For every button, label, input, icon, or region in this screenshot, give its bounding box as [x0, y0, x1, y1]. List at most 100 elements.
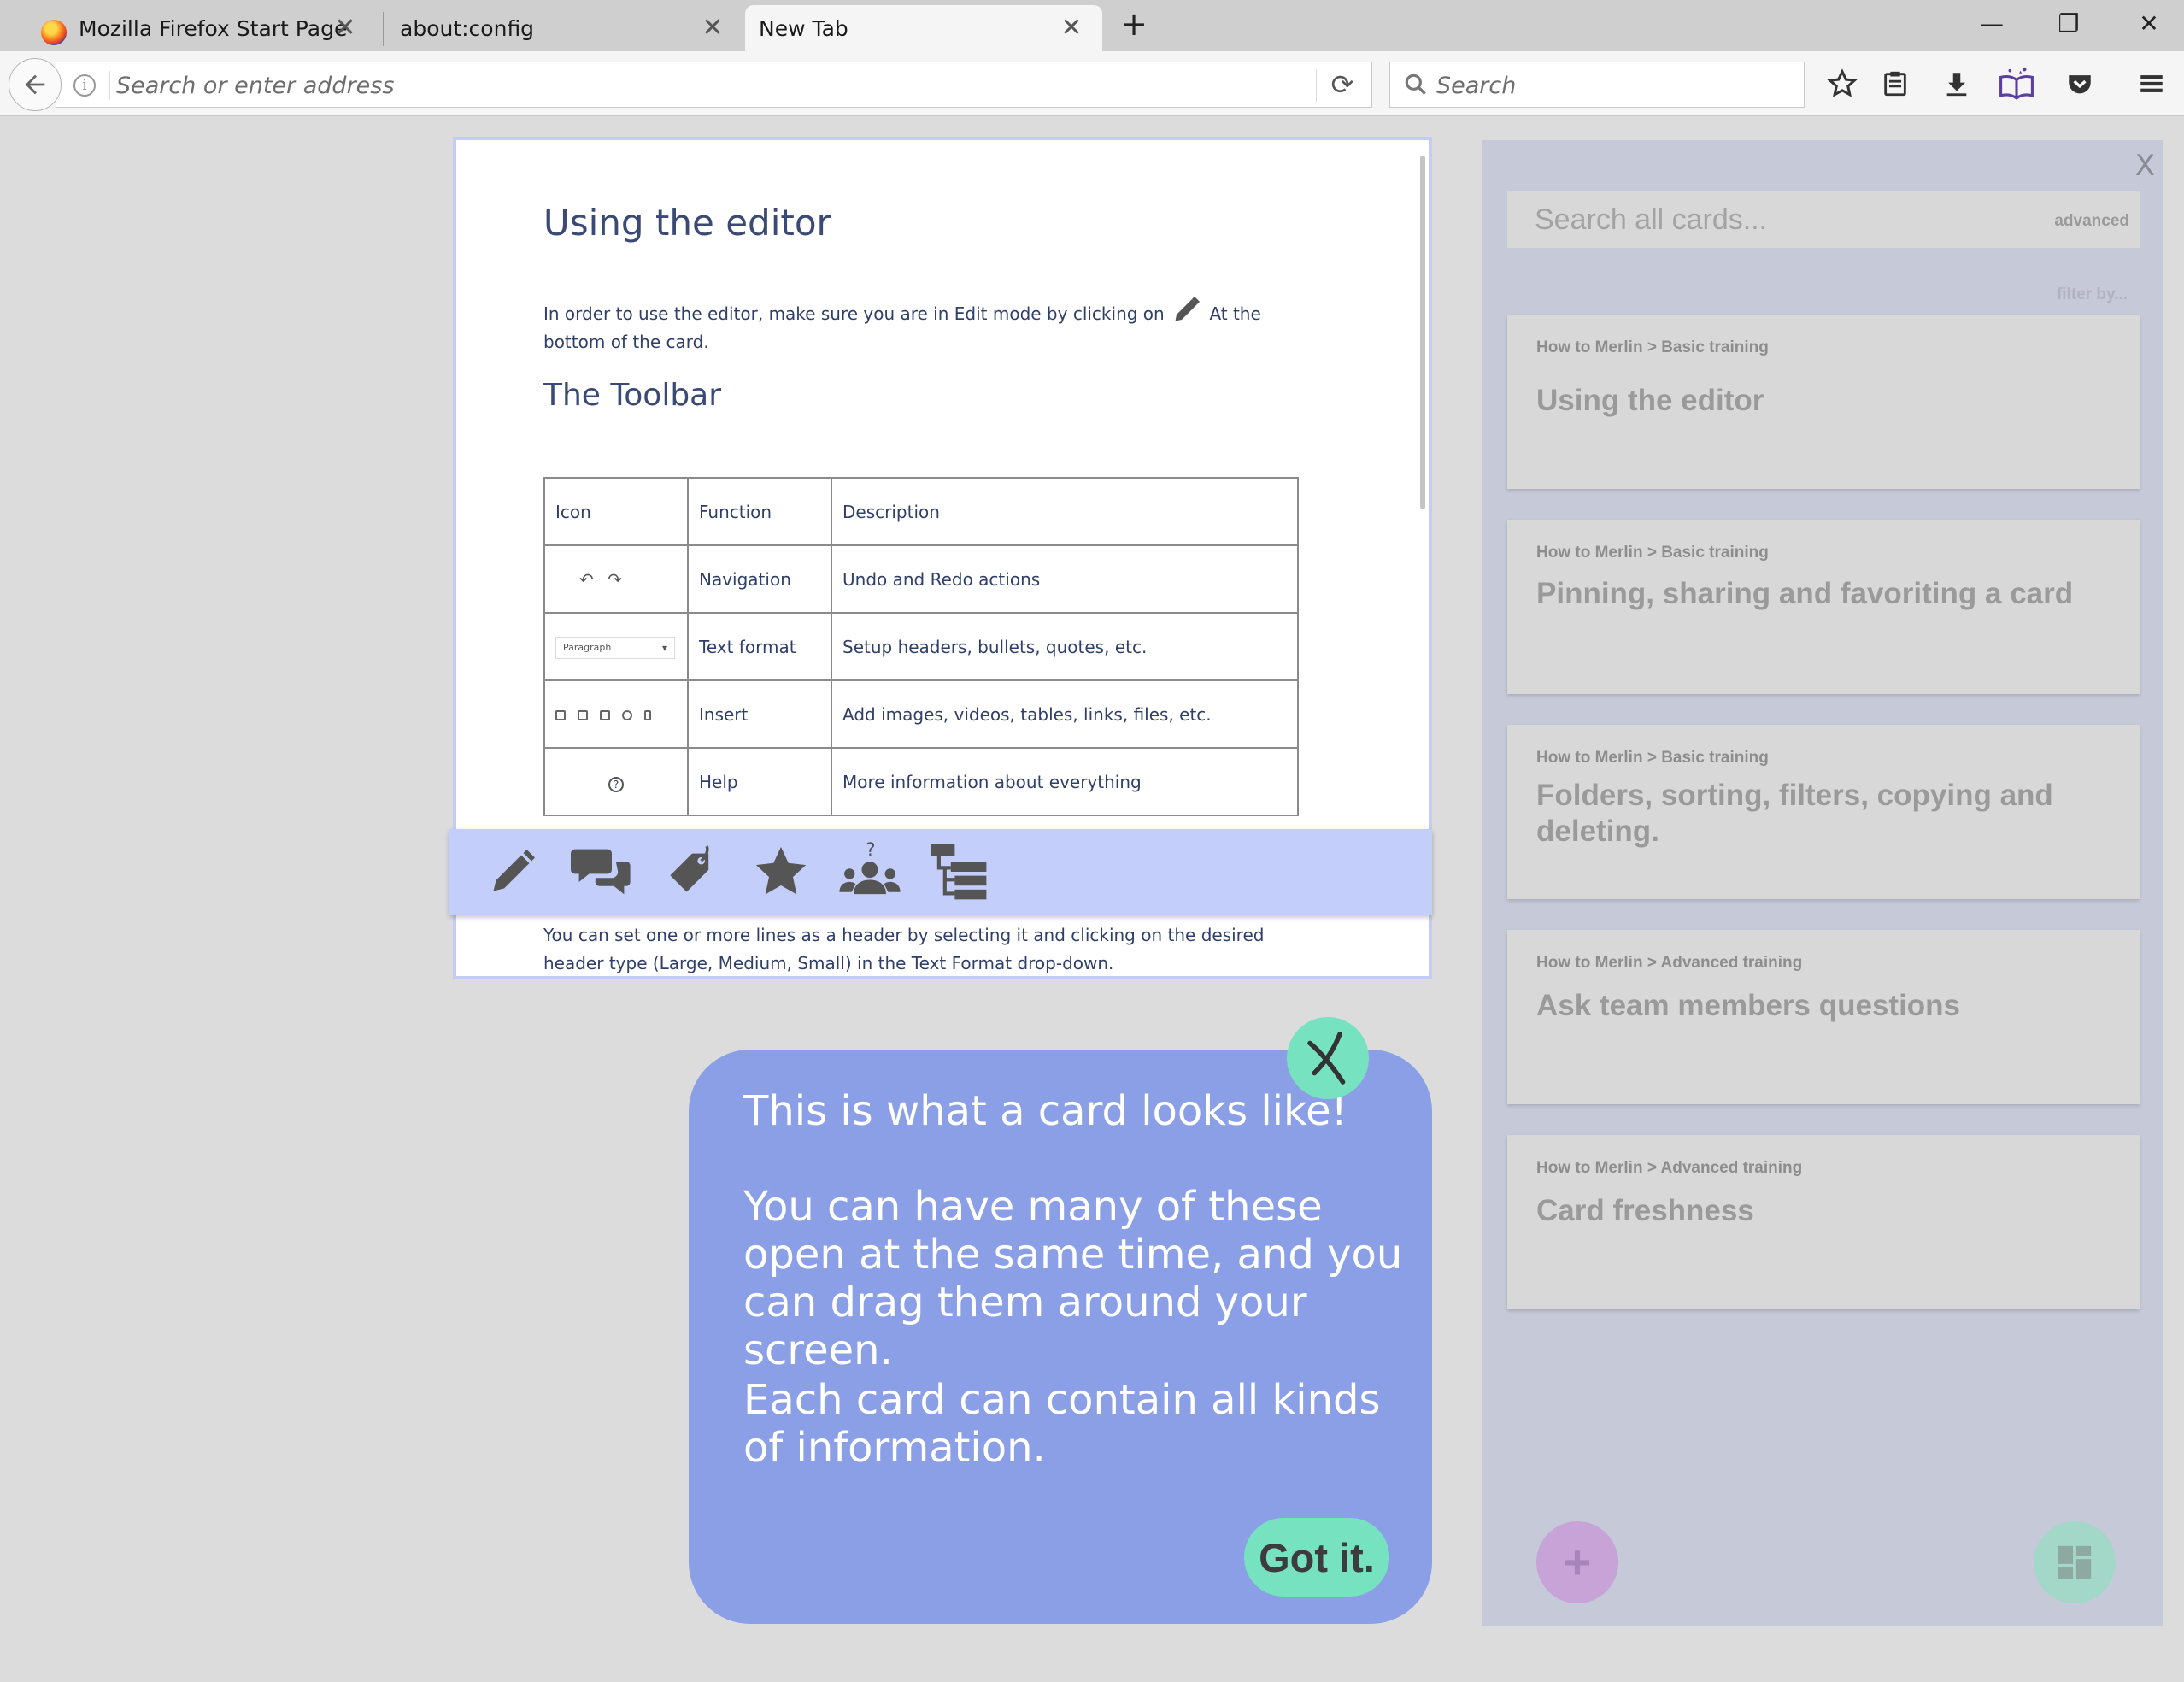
- tooltip-text: You can have many of these open at the s…: [743, 1183, 1403, 1374]
- filter-by-link[interactable]: filter by...: [2057, 285, 2128, 304]
- card-list-item[interactable]: How to Merlin > Advanced training Ask te…: [1507, 930, 2140, 1104]
- table-cell: More information about everything: [831, 747, 1299, 816]
- svg-text:?: ?: [866, 839, 875, 861]
- address-input[interactable]: [116, 69, 1278, 102]
- card-list-title: Using the editor: [1536, 384, 1764, 417]
- table-cell: Insert: [687, 679, 832, 749]
- pencil-icon: [1170, 294, 1204, 321]
- reading-list-icon[interactable]: [1875, 63, 1916, 104]
- tab-new-tab[interactable]: New Tab ✕: [745, 5, 1102, 51]
- table-header-row: Icon Function Description: [543, 477, 1299, 546]
- tab-firefox-start[interactable]: Mozilla Firefox Start Page ✕: [17, 5, 376, 51]
- tab-close-icon[interactable]: ✕: [1060, 15, 1083, 41]
- tab-close-icon[interactable]: ✕: [333, 15, 357, 41]
- download-icon[interactable]: [1936, 63, 1977, 104]
- divider: [1316, 69, 1317, 102]
- plus-icon: +: [1563, 1535, 1592, 1589]
- bookmark-star-icon[interactable]: [1822, 63, 1863, 104]
- table-header: Description: [831, 477, 1299, 546]
- tab-title: about:config: [400, 15, 535, 41]
- navigation-bar: i ⟳: [0, 51, 2184, 116]
- sidebar-close-button[interactable]: X: [2135, 149, 2155, 183]
- search-bar[interactable]: [1389, 62, 1805, 108]
- card-breadcrumb: How to Merlin > Advanced training: [1536, 954, 1803, 972]
- table-cell: Setup headers, bullets, quotes, etc.: [831, 612, 1299, 681]
- card-list-title: Ask team members questions: [1536, 989, 1961, 1022]
- folder-tree-icon[interactable]: [925, 838, 993, 906]
- edit-pencil-icon[interactable]: [478, 838, 547, 906]
- attachment-icon: [644, 709, 651, 720]
- sidebar-search[interactable]: advanced: [1507, 191, 2140, 248]
- menu-icon[interactable]: [2131, 63, 2172, 104]
- back-button[interactable]: [9, 58, 62, 111]
- card-breadcrumb: How to Merlin > Basic training: [1536, 544, 1769, 562]
- tag-icon[interactable]: [658, 838, 726, 906]
- help-icon-cell: ?: [543, 747, 689, 816]
- restore-button[interactable]: ❐: [2047, 7, 2090, 41]
- section-heading: The Toolbar: [543, 378, 722, 413]
- got-it-button[interactable]: Got it.: [1244, 1518, 1389, 1597]
- tab-separator: [383, 12, 384, 46]
- search-cards-input[interactable]: [1535, 202, 2013, 238]
- tooltip-text: Each card can contain all kinds of infor…: [743, 1376, 1381, 1472]
- divider: [109, 71, 110, 100]
- card-breadcrumb: How to Merlin > Basic training: [1536, 749, 1769, 767]
- table-row: Insert Add images, videos, tables, links…: [543, 679, 1299, 749]
- card-list-item[interactable]: How to Merlin > Basic training Using the…: [1507, 315, 2140, 489]
- card-scrollbar[interactable]: [1420, 156, 1425, 509]
- tab-title: New Tab: [759, 15, 848, 41]
- pocket-icon[interactable]: [2059, 63, 2100, 104]
- table-row: ↶ ↷ Navigation Undo and Redo actions: [543, 544, 1299, 614]
- table-row: ? Help More information about everything: [543, 747, 1299, 816]
- table-header: Icon: [543, 477, 689, 546]
- paragraph-select: Paragraph: [555, 637, 675, 659]
- help-icon: ?: [608, 776, 624, 792]
- url-bar[interactable]: i ⟳: [56, 62, 1372, 108]
- table-row: Paragraph Text format Setup headers, bul…: [543, 612, 1299, 681]
- dashboard-icon: [2058, 1545, 2092, 1579]
- link-icon: [622, 709, 632, 720]
- card-toolbar: ?: [449, 829, 1432, 915]
- insert-icons: [543, 679, 689, 749]
- intro-text: In order to use the editor, make sure yo…: [543, 303, 1165, 324]
- tab-bar: Mozilla Firefox Start Page ✕ about:confi…: [0, 0, 2184, 51]
- card-list-item[interactable]: How to Merlin > Advanced training Card f…: [1507, 1135, 2140, 1309]
- add-card-button[interactable]: +: [1536, 1521, 1618, 1603]
- card-breadcrumb: How to Merlin > Basic training: [1536, 338, 1769, 356]
- tooltip-close-button[interactable]: [1287, 1017, 1369, 1099]
- tab-title: Mozilla Firefox Start Page: [79, 15, 348, 41]
- tab-close-icon[interactable]: ✕: [701, 15, 725, 41]
- book-addon-icon[interactable]: [1996, 63, 2037, 104]
- onboarding-tooltip: This is what a card looks like! You can …: [689, 1050, 1432, 1624]
- table-cell: Help: [687, 747, 832, 816]
- card-list-item[interactable]: How to Merlin > Basic training Pinning, …: [1507, 520, 2140, 694]
- redo-icon: ↷: [608, 568, 622, 590]
- table-header: Function: [687, 477, 832, 546]
- table-cell: Undo and Redo actions: [831, 544, 1299, 614]
- close-window-button[interactable]: ✕: [2128, 7, 2170, 41]
- new-tab-button[interactable]: +: [1113, 7, 1155, 41]
- card-list-item[interactable]: How to Merlin > Basic training Folders, …: [1507, 725, 2140, 899]
- info-icon[interactable]: i: [73, 74, 96, 97]
- card-intro: In order to use the editor, make sure yo…: [543, 294, 1295, 356]
- reload-icon[interactable]: ⟳: [1325, 68, 1359, 102]
- dashboard-button[interactable]: [2034, 1521, 2116, 1603]
- minimize-button[interactable]: —: [1970, 7, 2013, 41]
- table-cell: Text format: [687, 612, 832, 681]
- card-list-title: Card freshness: [1536, 1194, 1754, 1227]
- tab-about-config[interactable]: about:config ✕: [385, 5, 743, 51]
- paragraph-dropdown: Paragraph: [543, 612, 689, 681]
- table-icon: [600, 709, 610, 720]
- firefox-icon: [41, 20, 67, 45]
- search-input[interactable]: [1436, 69, 1778, 102]
- card-breadcrumb: How to Merlin > Advanced training: [1536, 1159, 1803, 1177]
- card-list-title: Pinning, sharing and favoriting a card: [1536, 577, 2074, 610]
- favorite-star-icon[interactable]: [747, 838, 815, 906]
- card-title: Using the editor: [543, 202, 831, 244]
- undo-redo-icons: ↶ ↷: [543, 544, 689, 614]
- table-cell: Add images, videos, tables, links, files…: [831, 679, 1299, 749]
- ask-team-icon[interactable]: ?: [836, 838, 904, 906]
- comments-icon[interactable]: [567, 838, 636, 906]
- advanced-search-link[interactable]: advanced: [2054, 212, 2129, 231]
- back-arrow-icon: [25, 74, 45, 95]
